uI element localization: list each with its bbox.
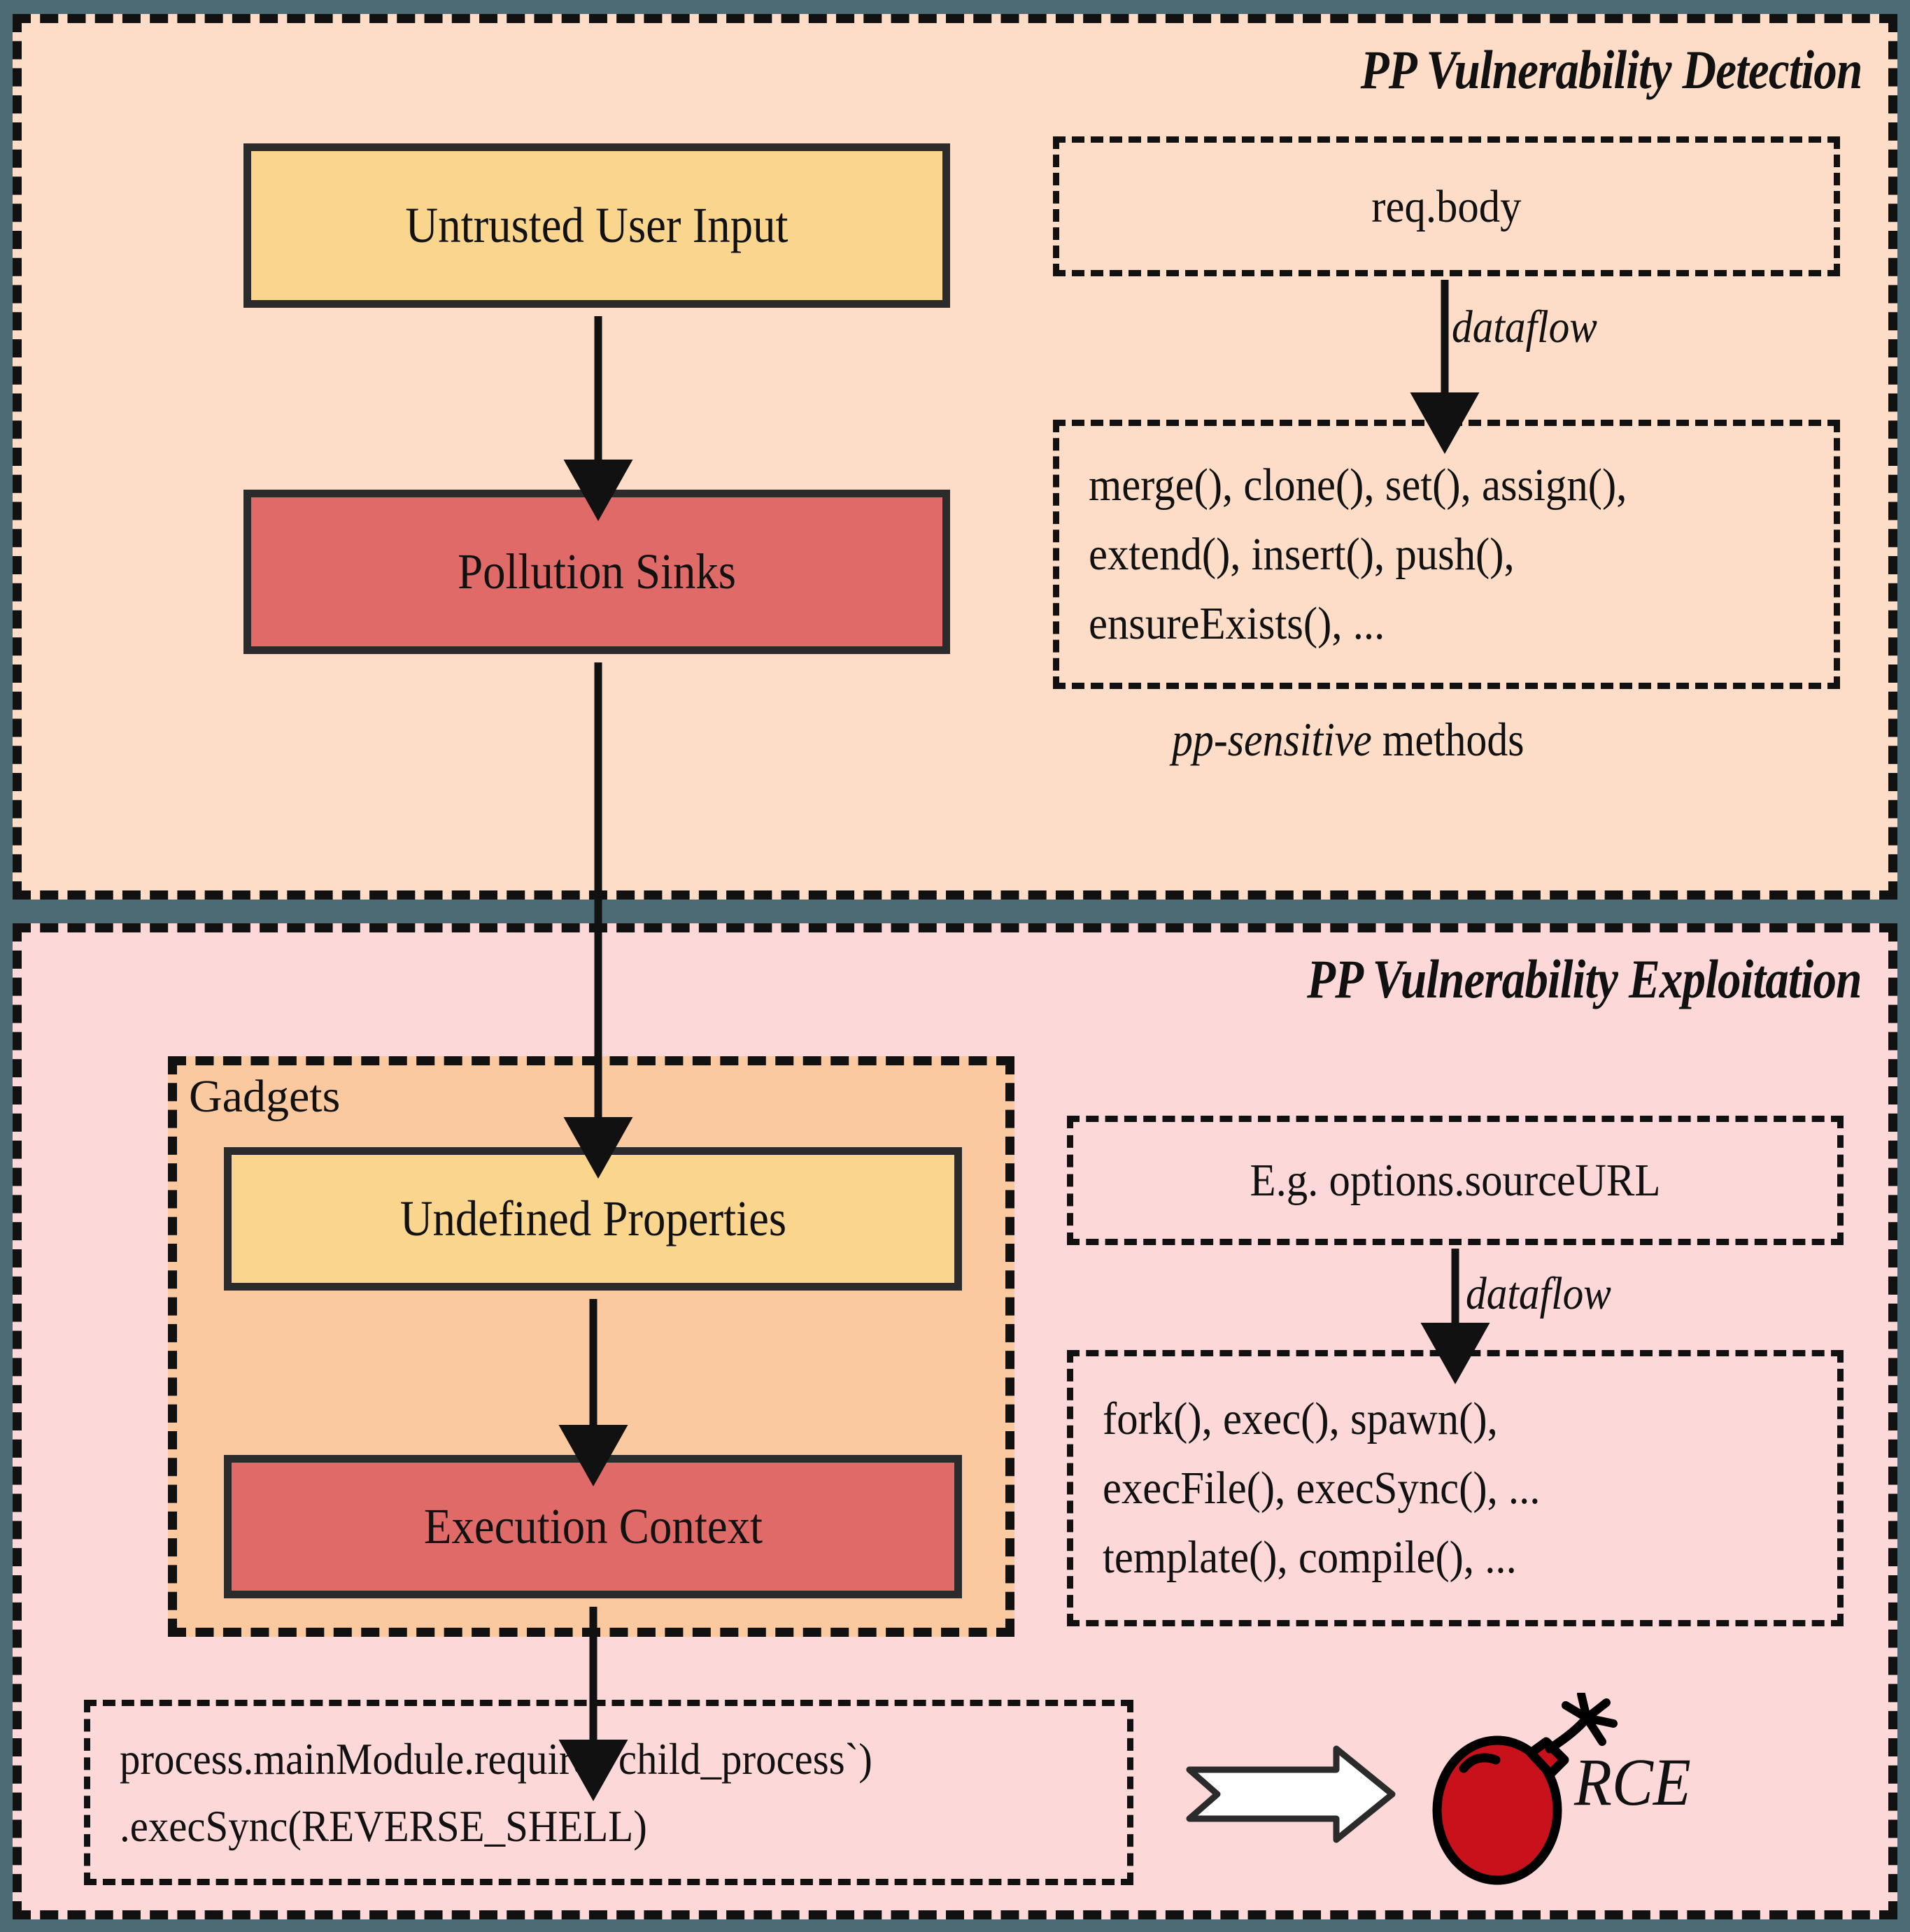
method-line: merge(), clone(), set(), assign(), [1089,460,1627,511]
panel-title-detection: PP Vulnerability Detection [1360,39,1862,100]
node-label: Pollution Sinks [458,544,736,599]
method-line: execFile(), execSync(), ... [1103,1463,1541,1514]
source-text: E.g. options.sourceURL [1250,1155,1661,1206]
source-box-options-sourceurl: E.g. options.sourceURL [1067,1116,1844,1245]
dataflow-label-exploitation: dataflow [1466,1268,1611,1319]
method-line: ensureExists(), ... [1089,598,1385,649]
dataflow-label-detection: dataflow [1452,301,1597,353]
pp-sensitive-methods-caption: pp-sensitive methods [1172,712,1525,767]
source-box-req-body: req.body [1053,136,1840,276]
rce-label: RCE [1574,1745,1691,1819]
caption-emphasis: pp-sensitive [1172,713,1372,766]
pp-sensitive-methods-box: merge(), clone(), set(), assign(), exten… [1053,420,1840,689]
node-execution-context: Execution Context [224,1447,968,1598]
panel-title-exploitation: PP Vulnerability Exploitation [1307,949,1862,1009]
node-label: Untrusted User Input [405,197,788,253]
method-line: template(), compile(), ... [1103,1532,1517,1583]
payload-code-box: process.mainModule.require(`child_proces… [84,1700,1133,1885]
diagram-canvas: PP Vulnerability Detection Untrusted Use… [0,0,1910,1932]
node-pollution-sinks: Pollution Sinks [243,482,956,654]
node-undefined-properties: Undefined Properties [224,1139,968,1291]
payload-line: process.mainModule.require(`child_proces… [120,1733,872,1784]
caption-rest: methods [1371,713,1525,766]
method-line: fork(), exec(), spawn(), [1103,1393,1498,1444]
rce-outcome-group: RCE [1147,1690,1777,1896]
node-label: Execution Context [423,1498,763,1554]
block-arrow-right-icon [1186,1745,1396,1843]
node-label: Undefined Properties [399,1191,786,1246]
payload-line: .execSync(REVERSE_SHELL) [120,1800,647,1851]
execution-methods-box: fork(), exec(), spawn(), execFile(), exe… [1067,1350,1844,1626]
source-text: req.body [1371,180,1522,232]
gadgets-group-label: Gadgets [189,1071,341,1122]
method-line: extend(), insert(), push(), [1089,529,1515,580]
node-untrusted-user-input: Untrusted User Input [243,136,956,308]
